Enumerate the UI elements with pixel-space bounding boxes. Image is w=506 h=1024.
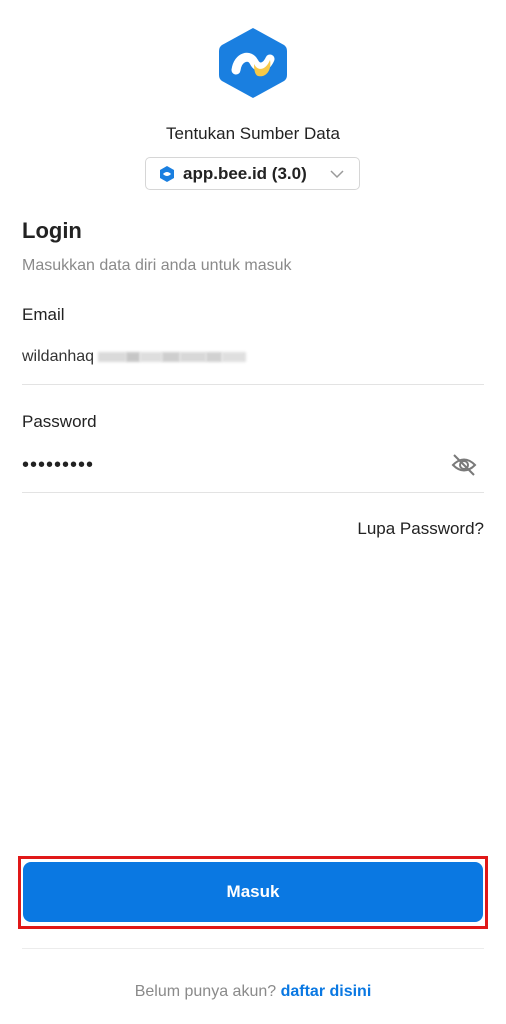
register-prompt: Belum punya akun? daftar disini — [0, 983, 506, 1001]
email-underline — [22, 384, 484, 385]
register-link[interactable]: daftar disini — [281, 983, 372, 1000]
login-submit-button[interactable]: Masuk — [23, 862, 483, 922]
source-title: Tentukan Sumber Data — [166, 124, 340, 143]
email-field[interactable]: wildanhaq — [22, 346, 484, 368]
email-redacted-part — [98, 352, 247, 362]
bee-source-icon — [160, 165, 174, 182]
bottom-divider — [22, 948, 484, 949]
password-value: ••••••••• — [22, 454, 95, 476]
password-field[interactable]: ••••••••• — [22, 452, 484, 478]
register-prompt-text: Belum punya akun? — [134, 983, 277, 1000]
password-label: Password — [22, 412, 97, 431]
bee-hexagon-logo-icon — [219, 28, 287, 98]
data-source-value: app.bee.id (3.0) — [183, 163, 307, 183]
eye-off-icon[interactable] — [450, 452, 478, 478]
email-value: wildanhaq — [22, 348, 95, 365]
forgot-password-link[interactable]: Lupa Password? — [357, 519, 484, 539]
login-subtitle: Masukkan data diri anda untuk masuk — [22, 257, 292, 274]
password-underline — [22, 492, 484, 493]
login-title: Login — [22, 218, 82, 243]
data-source-select[interactable]: app.bee.id (3.0) — [145, 157, 360, 190]
chevron-down-icon — [330, 170, 344, 179]
email-label: Email — [22, 305, 65, 324]
